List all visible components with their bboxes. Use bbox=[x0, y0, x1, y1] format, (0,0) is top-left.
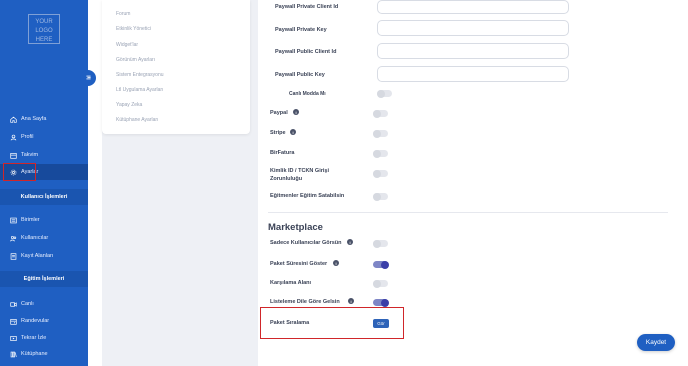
sidebar-item-label: Canlı bbox=[21, 301, 34, 307]
submenu-item-ltl-uygulama-ayarlari[interactable]: Ltl Uygulama Ayarları bbox=[116, 87, 163, 93]
paywall-public-key-label: Paywall Public Key bbox=[275, 72, 325, 78]
submenu-item-kutuphane-ayarlari[interactable]: Kütüphane Ayarları bbox=[116, 117, 158, 123]
paypal-toggle[interactable] bbox=[372, 109, 388, 118]
sadece-kullanicilar-label: Sadece Kullanıcılar Görsün bbox=[270, 240, 342, 246]
settings-panel: Paywall Private Client Id Paywall Privat… bbox=[258, 0, 688, 366]
replay-icon bbox=[9, 334, 17, 342]
submenu-item-etkinlik-yonetici[interactable]: Etkinlik Yönetici bbox=[116, 26, 151, 32]
sadece-kullanicilar-toggle[interactable] bbox=[372, 239, 388, 248]
birfatura-label: BirFatura bbox=[270, 150, 295, 156]
submenu-item-forum[interactable]: Forum bbox=[116, 11, 130, 17]
section-title: Eğitim İşlemleri bbox=[23, 276, 65, 282]
listeleme-dile-toggle[interactable] bbox=[373, 298, 389, 307]
sidebar-item-label: Kütüphane bbox=[21, 351, 48, 357]
submenu-item-sistem-entegrasyonu[interactable]: Sistem Entegrasyonu bbox=[116, 72, 164, 78]
paywall-public-client-id-label: Paywall Public Client Id bbox=[275, 49, 337, 55]
submenu-item-widgetlar[interactable]: Widget'lar bbox=[116, 42, 138, 48]
sidebar-item-takvim[interactable]: Takvim bbox=[0, 147, 88, 163]
stripe-label: Stripe bbox=[270, 130, 286, 136]
settings-submenu: Forum Etkinlik Yönetici Widget'lar Görün… bbox=[102, 0, 250, 134]
home-icon bbox=[9, 115, 17, 123]
sidebar-item-kutuphane[interactable]: Kütüphane bbox=[0, 346, 88, 362]
info-icon[interactable]: i bbox=[293, 109, 299, 115]
marketplace-title: Marketplace bbox=[268, 222, 323, 233]
sidebar-item-label: Profil bbox=[21, 134, 34, 140]
paypal-label: Paypal bbox=[270, 110, 288, 116]
info-icon[interactable]: i bbox=[348, 298, 354, 304]
section-kullanici-islemleri: Kullanıcı İşlemleri bbox=[0, 189, 88, 205]
sidebar-item-label: Ana Sayfa bbox=[21, 116, 47, 122]
sidebar-item-kullanicilar[interactable]: Kullanıcılar bbox=[0, 230, 88, 246]
sidebar-item-kayit-alanlari[interactable]: Kayıt Alanları bbox=[0, 248, 88, 264]
sidebar-item-label: Tekrar İzle bbox=[21, 335, 47, 341]
section-egitim-islemleri: Eğitim İşlemleri bbox=[0, 271, 88, 287]
video-icon bbox=[9, 300, 17, 308]
egitmenler-toggle[interactable] bbox=[372, 192, 388, 201]
section-title: Kullanıcı İşlemleri bbox=[20, 194, 68, 200]
sidebar-item-birimler[interactable]: Birimler bbox=[0, 212, 88, 228]
paket-suresi-label: Paket Süresini Göster bbox=[270, 261, 328, 267]
info-icon[interactable]: i bbox=[290, 129, 296, 135]
paywall-private-key-input[interactable] bbox=[377, 20, 569, 36]
karsilama-alani-label: Karşılama Alanı bbox=[270, 280, 312, 286]
paywall-public-key-input[interactable] bbox=[377, 66, 569, 82]
sidebar-item-label: Kullanıcılar bbox=[21, 235, 49, 241]
sidebar: YOUR LOGO HERE Ana Sayfa Profil Takvim A… bbox=[0, 0, 88, 366]
paywall-private-client-id-label: Paywall Private Client Id bbox=[275, 4, 339, 10]
stripe-toggle[interactable] bbox=[372, 129, 388, 138]
sidebar-edge bbox=[88, 0, 102, 366]
listeleme-dile-label: Listeleme Dile Göre Gelsin bbox=[270, 299, 340, 305]
sidebar-item-canli[interactable]: Canlı bbox=[0, 296, 88, 312]
logo[interactable]: YOUR LOGO HERE bbox=[28, 14, 60, 44]
paywall-public-client-id-input[interactable] bbox=[377, 43, 569, 59]
highlight-box-paket-siralama bbox=[260, 307, 404, 339]
paywall-private-client-id-input[interactable] bbox=[377, 0, 569, 14]
canli-modda-toggle[interactable] bbox=[376, 89, 392, 98]
calendar-icon bbox=[9, 151, 17, 159]
info-icon[interactable]: i bbox=[333, 260, 339, 266]
sidebar-collapse-button[interactable] bbox=[80, 70, 96, 86]
library-icon bbox=[9, 350, 17, 358]
kimlik-toggle[interactable] bbox=[372, 169, 388, 178]
list-icon bbox=[9, 216, 17, 224]
paywall-private-key-label: Paywall Private Key bbox=[275, 27, 327, 33]
sidebar-item-tekrar-izle[interactable]: Tekrar İzle bbox=[0, 330, 88, 346]
submenu-item-yapay-zeka[interactable]: Yapay Zeka bbox=[116, 102, 142, 108]
sidebar-item-randevular[interactable]: Randevular bbox=[0, 313, 88, 329]
canli-modda-label: Canlı Modda Mı bbox=[289, 91, 326, 97]
paket-suresi-toggle[interactable] bbox=[373, 260, 389, 269]
sidebar-item-label: Randevular bbox=[21, 318, 50, 324]
sidebar-item-label: Takvim bbox=[21, 152, 39, 158]
sidebar-item-ana-sayfa[interactable]: Ana Sayfa bbox=[0, 111, 88, 127]
submenu-item-gorunum-ayarlari[interactable]: Görünüm Ayarları bbox=[116, 57, 155, 63]
karsilama-alani-toggle[interactable] bbox=[372, 279, 388, 288]
highlight-box-ayarlar bbox=[3, 163, 36, 181]
appointment-icon bbox=[9, 317, 17, 325]
users-icon bbox=[9, 234, 17, 242]
menu-icon bbox=[85, 74, 92, 83]
kimlik-label: Kimlik ID / TCKN Girişi Zorunluluğu bbox=[270, 168, 329, 182]
egitmenler-label: Eğitmenler Eğitim Satabilsin bbox=[270, 193, 345, 199]
sidebar-item-label: Birimler bbox=[21, 217, 40, 223]
sidebar-item-profil[interactable]: Profil bbox=[0, 129, 88, 145]
birfatura-toggle[interactable] bbox=[372, 149, 388, 158]
user-icon bbox=[9, 133, 17, 141]
section-divider bbox=[268, 212, 668, 213]
save-button[interactable]: Kaydet bbox=[637, 334, 675, 351]
sidebar-item-label: Kayıt Alanları bbox=[21, 253, 54, 259]
form-icon bbox=[9, 252, 17, 260]
logo-text: YOUR LOGO HERE bbox=[35, 19, 53, 43]
info-icon[interactable]: i bbox=[347, 239, 353, 245]
